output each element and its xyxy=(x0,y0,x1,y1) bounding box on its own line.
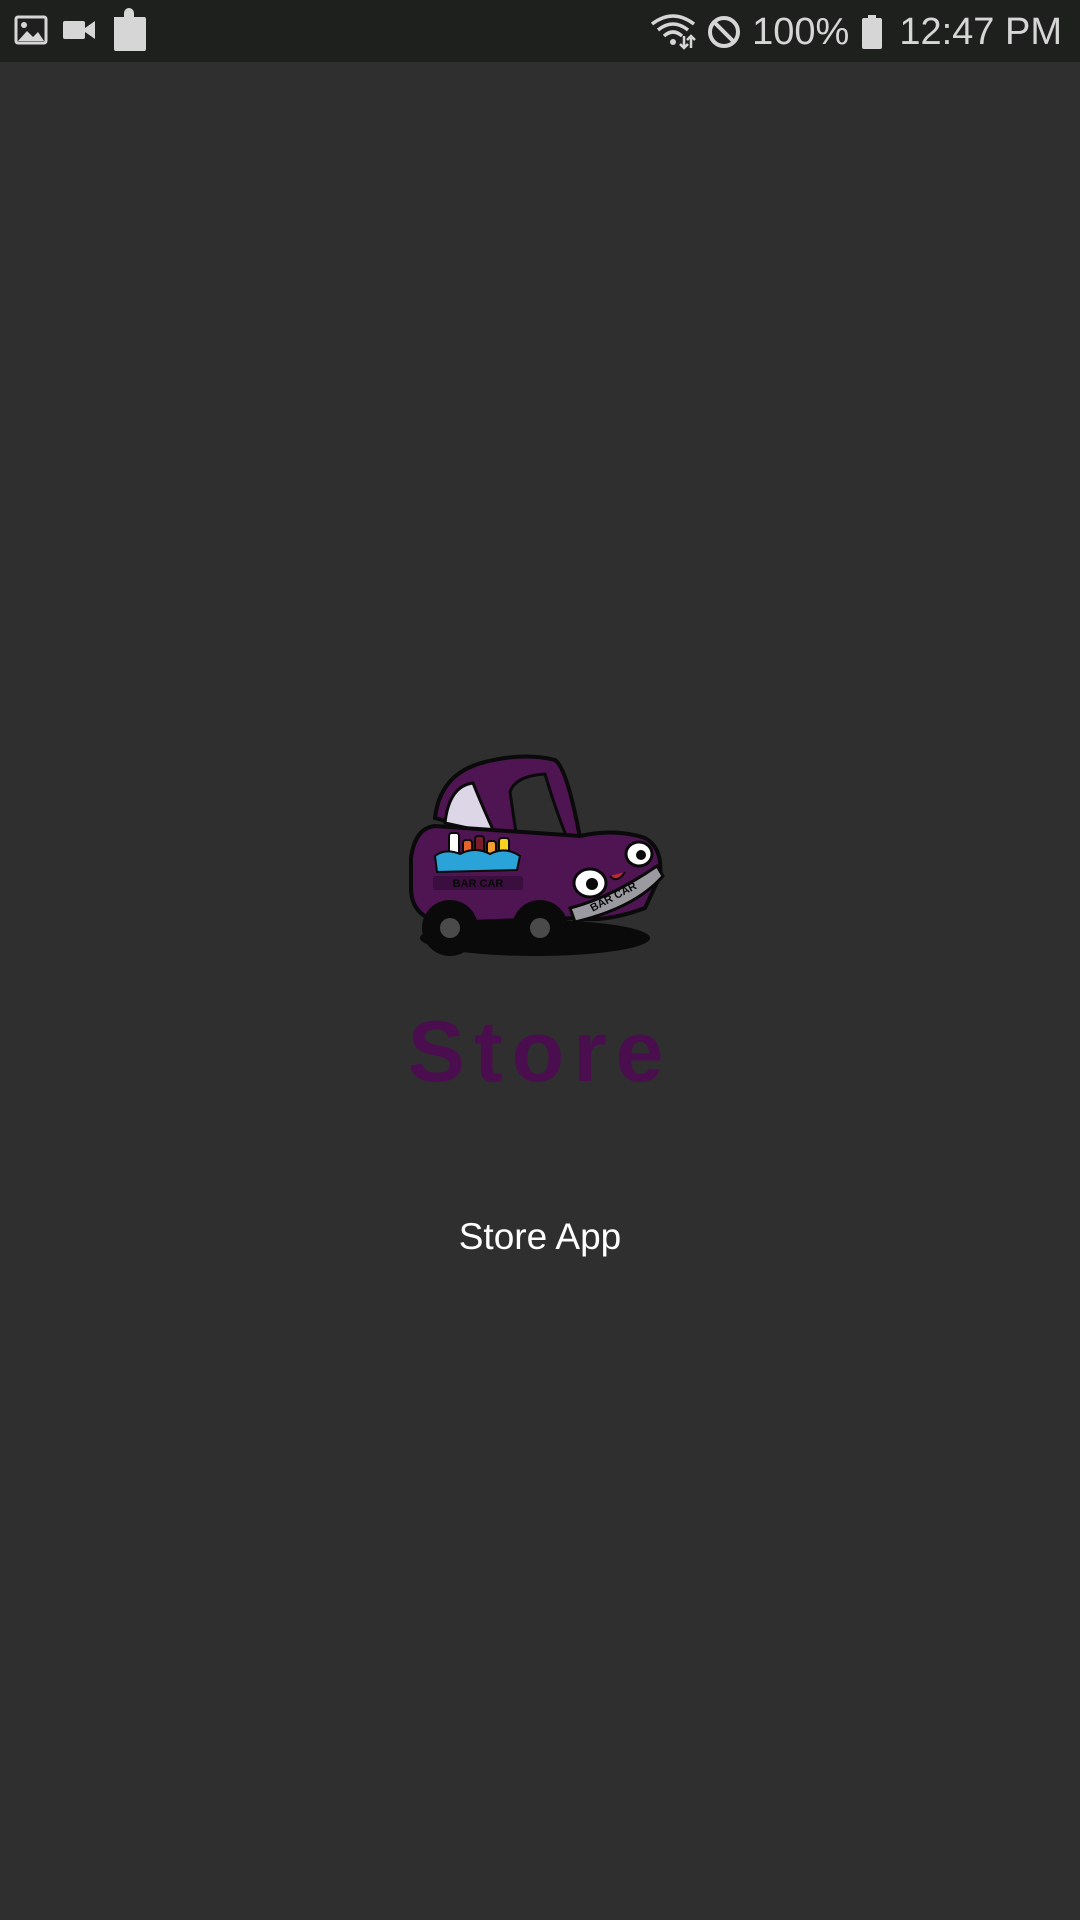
status-bar-notifications xyxy=(14,7,150,54)
status-bar-system: 100% 12:47 PM xyxy=(650,8,1062,56)
wifi-icon xyxy=(650,14,697,50)
car-side-label: BAR CAR xyxy=(453,878,504,890)
puzzle-piece-icon xyxy=(110,7,150,58)
brand-title: Store xyxy=(407,1004,673,1100)
battery-icon xyxy=(861,14,883,50)
clock: 12:47 PM xyxy=(899,11,1062,53)
splash-screen: 100% 12:47 PM BAR CAR BAR CAR Store Stor… xyxy=(0,0,1080,1920)
video-camera-icon xyxy=(62,18,96,47)
do-not-disturb-icon xyxy=(706,14,742,50)
gallery-icon xyxy=(14,14,48,51)
bar-car-logo: BAR CAR BAR CAR xyxy=(405,748,675,968)
battery-percent: 100% xyxy=(752,11,850,53)
app-name-label: Store App xyxy=(458,1216,622,1257)
status-bar: 100% 12:47 PM xyxy=(0,0,1080,62)
